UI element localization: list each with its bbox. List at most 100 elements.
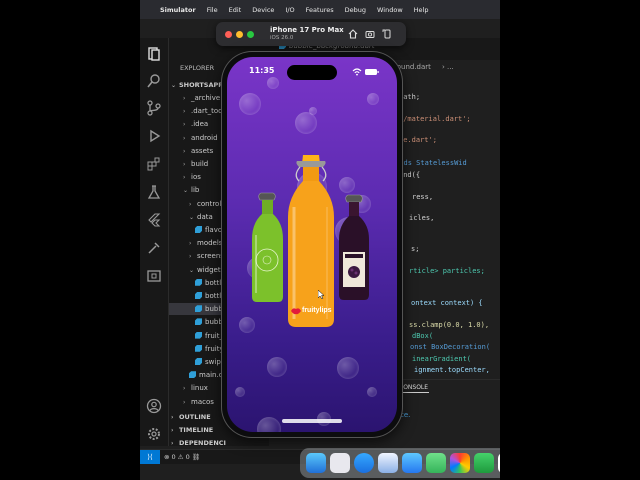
photos-icon[interactable] <box>450 453 470 473</box>
chevron-right-icon: › <box>183 385 186 393</box>
tree-item[interactable]: ⌄ widgets <box>169 264 224 276</box>
close-window-button[interactable] <box>225 31 232 38</box>
bottle-carousel[interactable] <box>227 57 397 432</box>
tree-item[interactable]: ⌄ data <box>169 211 213 223</box>
screen: Simulator File Edit Device I/O Features … <box>140 0 500 480</box>
menu-app-simulator[interactable]: Simulator <box>160 6 196 14</box>
menu-help[interactable]: Help <box>414 6 429 14</box>
pipette-icon[interactable] <box>146 240 162 256</box>
testing-icon[interactable] <box>146 184 162 200</box>
rotate-icon[interactable] <box>382 29 392 39</box>
maps-icon[interactable] <box>426 453 446 473</box>
menu-device[interactable]: Device <box>252 6 274 14</box>
dart-file-icon <box>195 292 202 299</box>
chevron-down-icon: ⌄ <box>189 213 195 221</box>
project-root[interactable]: ⌄ SHORTSAPP <box>171 79 223 91</box>
zoom-window-button[interactable] <box>247 31 254 38</box>
facetime-icon[interactable] <box>474 453 494 473</box>
code-line: onst BoxDecoration( <box>410 343 491 351</box>
tree-item-label: screens <box>197 252 224 261</box>
tree-item[interactable]: main.da <box>169 369 227 381</box>
tree-item-label: .idea <box>191 120 209 129</box>
tree-item-label: _archive <box>191 94 221 102</box>
tree-item[interactable]: bubble <box>169 316 229 328</box>
dependencies-section[interactable]: › DEPENDENCI <box>171 437 226 449</box>
chevron-right-icon: › <box>183 147 186 155</box>
tree-item[interactable]: › linux <box>169 382 208 394</box>
home-indicator[interactable] <box>282 419 342 423</box>
chevron-right-icon: › <box>183 121 186 129</box>
tree-item[interactable]: › models <box>169 237 222 249</box>
code-line: ontext context) { <box>411 299 483 307</box>
timeline-section[interactable]: › TIMELINE <box>171 424 213 436</box>
search-icon[interactable] <box>146 73 162 89</box>
minimize-window-button[interactable] <box>236 31 243 38</box>
tree-item[interactable]: › .idea <box>169 118 208 130</box>
macos-menu-bar: Simulator File Edit Device I/O Features … <box>140 0 500 19</box>
code-line: ss.clamp(0.0, 1.0), <box>409 321 490 329</box>
tree-item[interactable]: ⌄ lib <box>169 184 199 196</box>
source-control-icon[interactable] <box>146 100 162 116</box>
tree-item-label: lib <box>191 186 200 195</box>
tab-console[interactable]: CONSOLE <box>399 384 428 391</box>
tree-item-label: android <box>191 133 218 142</box>
chevron-right-icon: › <box>183 108 186 116</box>
tree-item[interactable]: › _archive <box>169 92 220 104</box>
tree-item-label: macos <box>191 397 214 406</box>
screenshot-icon[interactable] <box>365 29 375 39</box>
tree-item-label: fruit_ <box>205 331 223 340</box>
run-debug-icon[interactable] <box>146 128 162 144</box>
chevron-down-icon: ⌄ <box>183 187 189 195</box>
dart-file-icon <box>195 305 202 313</box>
launchpad-icon[interactable] <box>330 453 350 473</box>
blackberry-juice-bottle[interactable] <box>339 194 369 300</box>
chevron-right-icon: › <box>183 95 186 102</box>
outline-section[interactable]: › OUTLINE <box>171 411 211 423</box>
iphone-device: 11:35 fruitylips <box>222 52 402 437</box>
remote-explorer-icon[interactable] <box>146 268 162 284</box>
project-name: SHORTSAPP <box>179 81 224 89</box>
tree-item[interactable]: bottle <box>169 277 225 289</box>
kiwi-juice-bottle[interactable] <box>252 192 283 302</box>
mail-icon[interactable] <box>402 453 422 473</box>
tree-item[interactable]: › ios <box>169 171 201 183</box>
orange-juice-bottle[interactable] <box>288 155 334 327</box>
extensions-icon[interactable] <box>146 156 162 172</box>
menu-debug[interactable]: Debug <box>345 6 366 14</box>
problems-indicator[interactable]: ⊗ 0 ⚠ 0 ⛓ <box>164 453 200 461</box>
account-icon[interactable] <box>146 398 162 414</box>
tree-item[interactable]: bottle <box>169 290 225 302</box>
tree-item[interactable]: › android <box>169 132 218 144</box>
tree-item[interactable]: › macos <box>169 396 214 408</box>
safari-icon[interactable] <box>354 453 374 473</box>
calendar-icon[interactable]: 21 <box>498 453 500 473</box>
tree-item[interactable]: › screens <box>169 250 224 262</box>
tree-item[interactable]: fruit_ <box>169 330 223 342</box>
remote-indicator-icon[interactable]: ⟩⟨ <box>140 450 160 464</box>
settings-gear-icon[interactable] <box>146 426 162 442</box>
menu-window[interactable]: Window <box>377 6 403 14</box>
menu-edit[interactable]: Edit <box>229 6 242 14</box>
explorer-icon[interactable] <box>146 46 162 62</box>
app-screen[interactable]: 11:35 fruitylips <box>227 57 397 432</box>
finder-icon[interactable] <box>306 453 326 473</box>
menu-file[interactable]: File <box>207 6 218 14</box>
tree-item[interactable]: › build <box>169 158 208 170</box>
flutter-icon[interactable] <box>146 212 162 228</box>
breadcrumb-ellipsis[interactable]: › ... <box>442 63 454 71</box>
warning-icon: ⚠ <box>177 453 184 461</box>
tree-item[interactable]: › .dart_tool <box>169 105 224 117</box>
home-icon[interactable] <box>348 29 358 39</box>
menu-io[interactable]: I/O <box>285 6 294 14</box>
dart-file-icon <box>195 226 202 233</box>
messages-icon[interactable] <box>378 453 398 473</box>
tree-item[interactable]: swipe <box>169 356 225 368</box>
macos-dock: 21 <box>300 448 500 478</box>
tree-item[interactable]: › assets <box>169 145 213 157</box>
tree-item[interactable]: flavors <box>169 224 229 236</box>
tree-item[interactable]: fruityl <box>169 343 226 355</box>
code-line: le.dart'; <box>399 136 437 144</box>
menu-features[interactable]: Features <box>306 6 334 14</box>
explorer-title: EXPLORER <box>180 64 215 72</box>
chevron-right-icon: › <box>171 427 174 434</box>
